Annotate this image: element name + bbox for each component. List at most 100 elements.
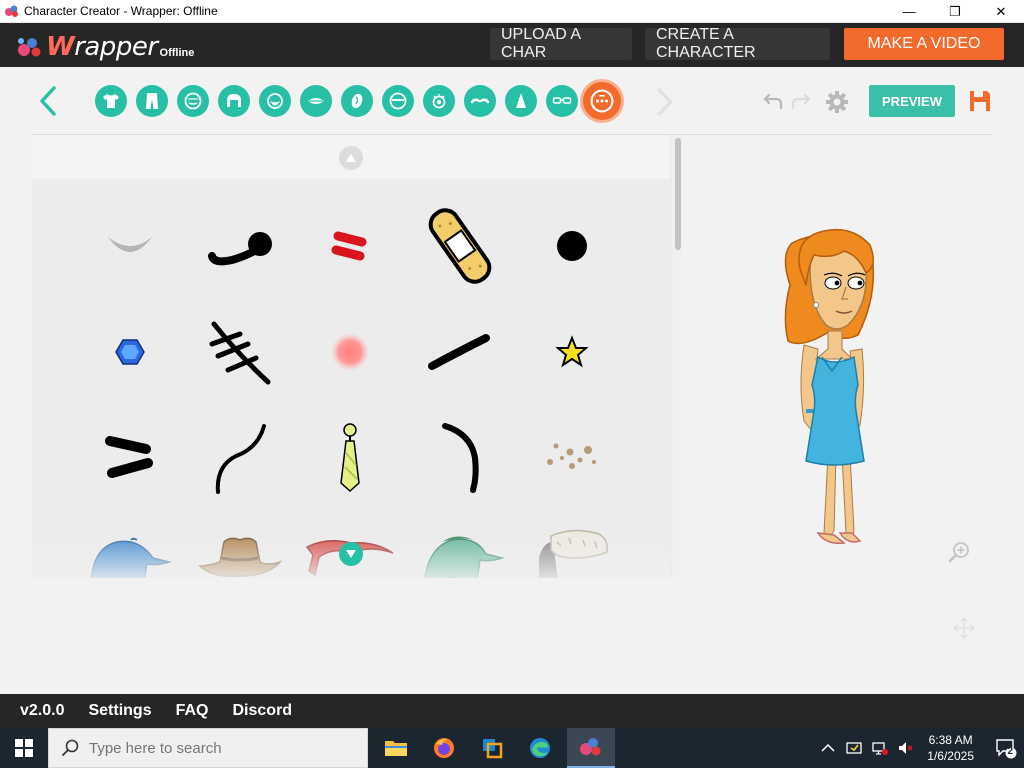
shirt-icon (103, 94, 119, 108)
upload-char-button[interactable]: UPLOAD A CHAR (490, 26, 632, 61)
mouth-icon (308, 98, 324, 104)
sparkle-face-icon (590, 89, 614, 113)
footer-settings-link[interactable]: Settings (88, 702, 151, 720)
zoom-in-icon[interactable] (948, 540, 972, 564)
taskbar-file-explorer[interactable] (372, 728, 420, 768)
item-freckles[interactable] (527, 413, 617, 503)
item-stitches-scar[interactable] (195, 307, 285, 397)
character-stage (682, 135, 1024, 694)
triangle-up-icon (346, 154, 356, 162)
taskbar-edge[interactable] (516, 728, 564, 768)
wrapper-app-icon (580, 738, 601, 756)
save-icon[interactable] (968, 89, 992, 113)
item-blue-gem[interactable] (85, 307, 175, 397)
clock-time: 6:38 AM (928, 733, 973, 747)
category-ear[interactable] (341, 85, 373, 117)
glasses-icon (552, 97, 572, 104)
window-titlebar: Character Creator - Wrapper: Offline — ❐… (0, 0, 1024, 23)
item-pink-blush[interactable] (305, 307, 395, 397)
item-double-stroke[interactable] (85, 413, 175, 503)
item-mustache-curl[interactable] (195, 201, 285, 291)
taskbar-virtualbox[interactable] (468, 728, 516, 768)
item-thin-curve[interactable] (195, 413, 285, 503)
triangle-down-icon (346, 550, 356, 558)
item-hook-curve[interactable] (415, 413, 505, 503)
footer-faq-link[interactable]: FAQ (176, 702, 209, 720)
pants-icon (146, 93, 158, 109)
clock-date: 1/6/2025 (927, 749, 974, 763)
start-button[interactable] (0, 728, 48, 768)
category-facial-hair[interactable] (259, 85, 291, 117)
category-lower-body[interactable] (136, 85, 168, 117)
virtualbox-icon (483, 739, 503, 759)
windows-logo-icon (15, 739, 33, 757)
item-crescent-mark[interactable] (85, 201, 175, 291)
eye-icon (432, 94, 446, 109)
back-arrow-icon[interactable] (36, 85, 60, 117)
notification-count: 2 (1007, 746, 1013, 757)
search-input[interactable] (89, 739, 339, 757)
category-eyes[interactable] (423, 85, 455, 117)
hair-icon (227, 94, 241, 107)
category-face-shape[interactable] (177, 85, 209, 117)
editor-toolbar: PREVIEW (0, 67, 1024, 135)
taskbar-wrapper-offline[interactable] (567, 728, 615, 768)
gear-icon[interactable] (825, 90, 849, 114)
logo-w: W (46, 32, 75, 62)
item-yellow-star[interactable] (527, 307, 617, 397)
search-icon (61, 739, 79, 757)
beard-icon (267, 93, 283, 109)
restore-button[interactable]: ❐ (932, 0, 978, 23)
scroll-down-button[interactable] (339, 542, 363, 566)
app-header: Wrapper Offline UPLOAD A CHAR CREATE A C… (0, 23, 1024, 67)
forward-arrow-icon[interactable] (654, 87, 676, 117)
taskbar-clock[interactable]: 6:38 AM 1/6/2025 (927, 732, 974, 764)
firefox-icon (434, 738, 454, 758)
undo-icon[interactable] (762, 92, 784, 110)
category-head-accessory[interactable] (382, 85, 414, 117)
wrapper-logo[interactable]: Wrapper Offline (16, 29, 194, 61)
taskbar-firefox[interactable] (420, 728, 468, 768)
category-mouth[interactable] (300, 85, 332, 117)
category-accessories[interactable] (580, 79, 624, 123)
security-icon[interactable] (845, 739, 863, 757)
create-character-button[interactable]: CREATE A CHARACTER (645, 26, 830, 61)
scrollbar-thumb[interactable] (675, 138, 681, 250)
footer-discord-link[interactable]: Discord (233, 702, 293, 720)
category-eyebrows[interactable] (464, 85, 496, 117)
category-upper-body[interactable] (95, 85, 127, 117)
logo-name: rapper (74, 32, 158, 62)
item-panel (32, 135, 682, 578)
minimize-button[interactable]: — (886, 0, 932, 23)
category-glasses[interactable] (546, 85, 578, 117)
edge-icon (530, 738, 550, 758)
scroll-up-button[interactable] (339, 146, 363, 170)
notification-icon (996, 739, 1017, 759)
character-preview[interactable] (682, 135, 1024, 694)
folder-icon (385, 741, 407, 756)
item-red-stripes[interactable] (305, 201, 395, 291)
move-icon[interactable] (952, 616, 976, 640)
head-icon (389, 92, 407, 110)
item-bandage[interactable] (415, 201, 505, 291)
category-hair[interactable] (218, 85, 250, 117)
item-black-stroke[interactable] (415, 307, 505, 397)
taskbar-search[interactable] (48, 728, 368, 768)
redo-icon[interactable] (790, 92, 812, 110)
volume-muted-icon[interactable] (897, 739, 915, 757)
chevron-up-icon[interactable] (819, 739, 837, 757)
nose-icon (516, 93, 526, 108)
make-video-button[interactable]: MAKE A VIDEO (844, 28, 1004, 60)
item-black-dot[interactable] (527, 201, 617, 291)
item-necktie[interactable] (305, 413, 395, 503)
face-icon (184, 92, 202, 110)
preview-button[interactable]: PREVIEW (869, 85, 955, 117)
notification-center-button[interactable]: 2 (988, 728, 1024, 768)
eyebrow-icon (470, 98, 490, 104)
windows-taskbar: 6:38 AM 1/6/2025 2 (0, 728, 1024, 768)
logo-bubbles-icon (18, 38, 41, 57)
close-button[interactable]: ✕ (978, 0, 1024, 23)
network-icon[interactable] (871, 739, 889, 757)
version-label: v2.0.0 (20, 702, 65, 719)
category-nose[interactable] (505, 85, 537, 117)
